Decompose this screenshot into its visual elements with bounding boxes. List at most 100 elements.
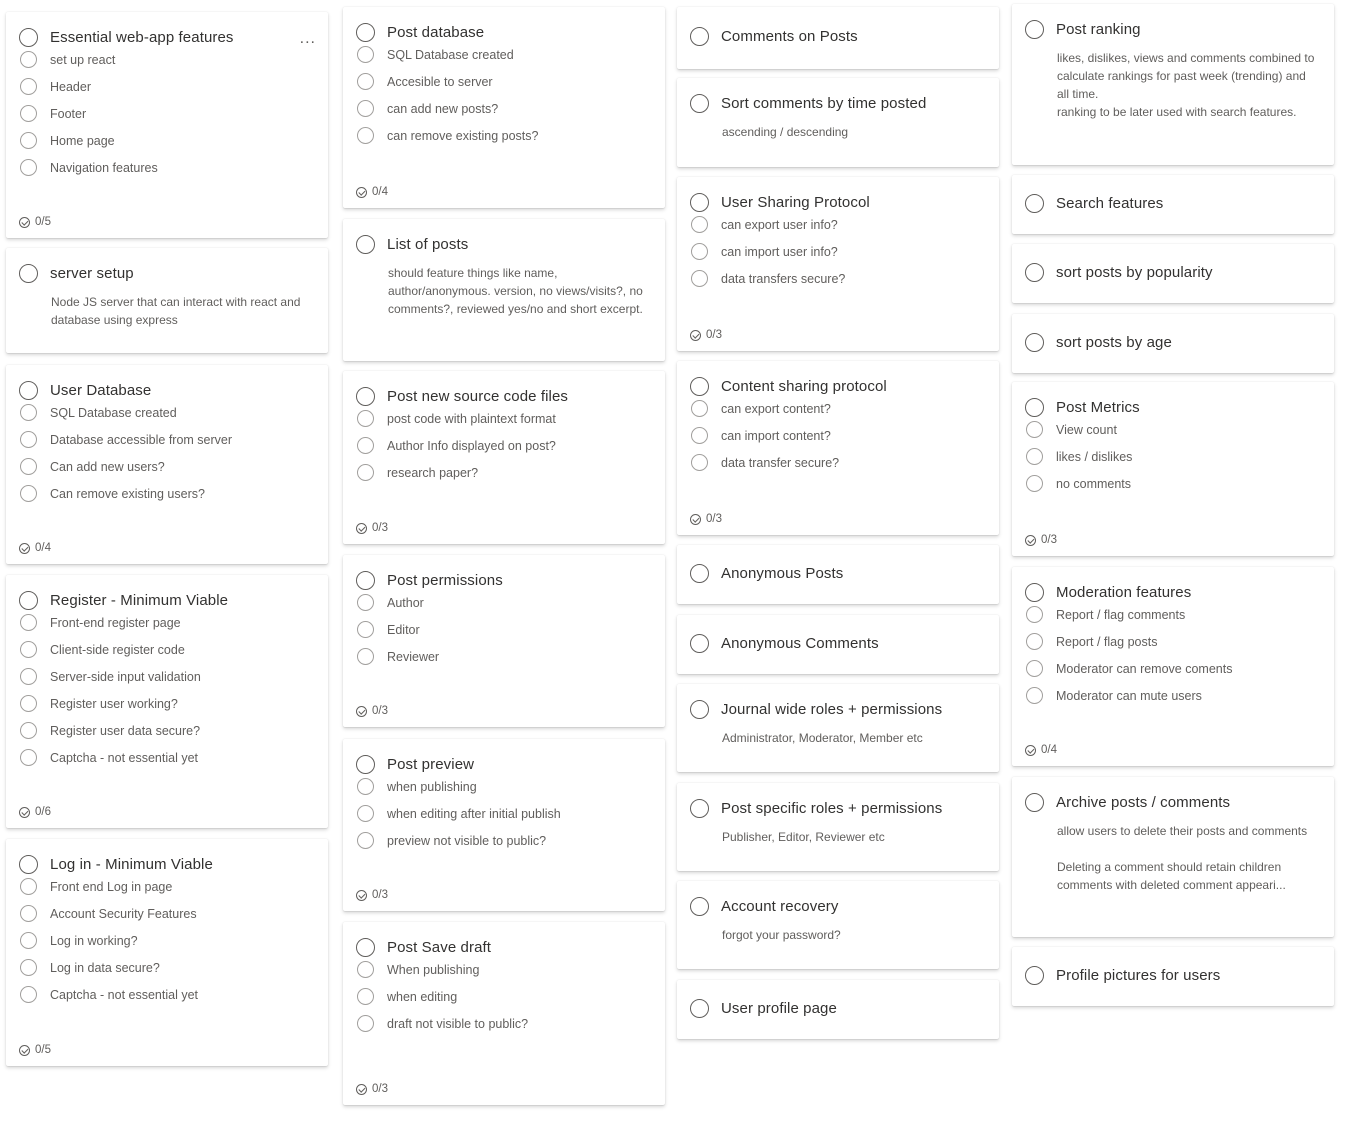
- checklist-circle-icon[interactable]: [1026, 448, 1043, 465]
- checklist-circle-icon[interactable]: [691, 427, 708, 444]
- complete-task-circle-icon[interactable]: [19, 381, 38, 400]
- checklist-item[interactable]: Accesible to server: [357, 73, 493, 90]
- checklist-item[interactable]: Report / flag comments: [1026, 606, 1185, 623]
- task-card[interactable]: Profile pictures for users: [1012, 947, 1334, 1006]
- checklist-circle-icon[interactable]: [20, 641, 37, 658]
- checklist-circle-icon[interactable]: [20, 458, 37, 475]
- checklist-item[interactable]: Front-end register page: [20, 614, 181, 631]
- task-title[interactable]: Post Metrics: [1056, 399, 1140, 416]
- checklist-item[interactable]: when editing after initial publish: [357, 805, 561, 822]
- checklist-item[interactable]: Moderator can mute users: [1026, 687, 1202, 704]
- task-title[interactable]: Account recovery: [721, 898, 838, 915]
- complete-task-circle-icon[interactable]: [19, 855, 38, 874]
- task-title[interactable]: Post specific roles + permissions: [721, 800, 942, 817]
- checklist-circle-icon[interactable]: [357, 778, 374, 795]
- complete-task-circle-icon[interactable]: [1025, 193, 1044, 213]
- checklist-circle-icon[interactable]: [1026, 475, 1043, 492]
- checklist-item[interactable]: Log in data secure?: [20, 959, 160, 976]
- task-card[interactable]: Essential web-app features... set up reac…: [6, 12, 328, 238]
- checklist-item[interactable]: Register user working?: [20, 695, 178, 712]
- task-title[interactable]: Anonymous Comments: [721, 635, 879, 652]
- checklist-item[interactable]: SQL Database created: [20, 404, 177, 421]
- complete-task-circle-icon[interactable]: [1025, 398, 1044, 417]
- complete-task-circle-icon[interactable]: [690, 193, 709, 212]
- task-card[interactable]: server setup Node JS server that can inte…: [6, 248, 328, 353]
- task-title[interactable]: Post preview: [387, 756, 474, 773]
- complete-task-circle-icon[interactable]: [356, 23, 375, 42]
- more-options-icon[interactable]: ...: [300, 30, 316, 48]
- task-title[interactable]: server setup: [50, 265, 134, 282]
- complete-task-circle-icon[interactable]: [1025, 583, 1044, 602]
- checklist-item[interactable]: Reviewer: [357, 648, 439, 665]
- checklist-circle-icon[interactable]: [357, 437, 374, 454]
- checklist-circle-icon[interactable]: [1026, 660, 1043, 677]
- checklist-item[interactable]: Moderator can remove coments: [1026, 660, 1232, 677]
- task-title[interactable]: sort posts by popularity: [1056, 264, 1213, 281]
- task-card[interactable]: Register - Minimum Viable Front-end regis…: [6, 575, 328, 828]
- checklist-circle-icon[interactable]: [357, 410, 374, 427]
- checklist-item[interactable]: Captcha - not essential yet: [20, 749, 198, 766]
- task-title[interactable]: Content sharing protocol: [721, 378, 887, 395]
- task-title[interactable]: Anonymous Posts: [721, 565, 843, 582]
- task-card[interactable]: Post Metrics View count likes / dislikes no…: [1012, 382, 1334, 556]
- task-title[interactable]: User profile page: [721, 1000, 837, 1017]
- complete-task-circle-icon[interactable]: [19, 28, 38, 47]
- complete-task-circle-icon[interactable]: [1025, 793, 1044, 812]
- complete-task-circle-icon[interactable]: [19, 591, 38, 610]
- task-title[interactable]: User Sharing Protocol: [721, 194, 870, 211]
- checklist-circle-icon[interactable]: [357, 832, 374, 849]
- checklist-item[interactable]: Register user data secure?: [20, 722, 200, 739]
- task-card[interactable]: sort posts by popularity: [1012, 244, 1334, 303]
- task-card[interactable]: sort posts by age: [1012, 314, 1334, 373]
- task-card[interactable]: Account recovery forgot your password?: [677, 881, 999, 969]
- task-title[interactable]: sort posts by age: [1056, 334, 1172, 351]
- complete-task-circle-icon[interactable]: [690, 27, 709, 46]
- task-card[interactable]: Anonymous Comments: [677, 615, 999, 674]
- checklist-circle-icon[interactable]: [20, 78, 37, 95]
- checklist-circle-icon[interactable]: [20, 722, 37, 739]
- task-card[interactable]: Log in - Minimum Viable Front end Log in …: [6, 839, 328, 1066]
- task-card[interactable]: Post specific roles + permissions Publish…: [677, 783, 999, 871]
- task-card[interactable]: Archive posts / comments allow users to d…: [1012, 777, 1334, 937]
- checklist-circle-icon[interactable]: [691, 454, 708, 471]
- task-card[interactable]: Post new source code files post code with…: [343, 371, 665, 544]
- checklist-item[interactable]: Navigation features: [20, 159, 158, 176]
- task-card[interactable]: Journal wide roles + permissions Administ…: [677, 684, 999, 772]
- complete-task-circle-icon[interactable]: [356, 938, 375, 957]
- checklist-circle-icon[interactable]: [357, 100, 374, 117]
- checklist-circle-icon[interactable]: [1026, 633, 1043, 650]
- complete-task-circle-icon[interactable]: [690, 633, 709, 653]
- checklist-item[interactable]: Header: [20, 78, 91, 95]
- task-title[interactable]: Post new source code files: [387, 388, 568, 405]
- complete-task-circle-icon[interactable]: [1025, 262, 1044, 282]
- task-title[interactable]: Post database: [387, 24, 484, 41]
- checklist-item[interactable]: Front end Log in page: [20, 878, 172, 895]
- task-title[interactable]: Post ranking: [1056, 21, 1141, 38]
- task-card[interactable]: Post preview when publishing when editing …: [343, 739, 665, 911]
- checklist-item[interactable]: no comments: [1026, 475, 1131, 492]
- checklist-item[interactable]: can import user info?: [691, 243, 838, 260]
- checklist-item[interactable]: View count: [1026, 421, 1117, 438]
- checklist-item[interactable]: can remove existing posts?: [357, 127, 538, 144]
- complete-task-circle-icon[interactable]: [690, 897, 709, 916]
- checklist-circle-icon[interactable]: [357, 648, 374, 665]
- complete-task-circle-icon[interactable]: [690, 799, 709, 818]
- checklist-item[interactable]: Can add new users?: [20, 458, 165, 475]
- checklist-circle-icon[interactable]: [357, 961, 374, 978]
- task-title[interactable]: Search features: [1056, 195, 1163, 212]
- checklist-circle-icon[interactable]: [691, 243, 708, 260]
- task-title[interactable]: Essential web-app features: [50, 29, 234, 46]
- task-card[interactable]: Post database SQL Database created Accesib…: [343, 7, 665, 208]
- complete-task-circle-icon[interactable]: [356, 755, 375, 774]
- checklist-item[interactable]: Database accessible from server: [20, 431, 232, 448]
- checklist-item[interactable]: likes / dislikes: [1026, 448, 1132, 465]
- checklist-item[interactable]: Author Info displayed on post?: [357, 437, 556, 454]
- checklist-item[interactable]: data transfers secure?: [691, 270, 845, 287]
- task-card[interactable]: Post ranking likes, dislikes, views and c…: [1012, 4, 1334, 165]
- task-title[interactable]: Register - Minimum Viable: [50, 592, 228, 609]
- task-title[interactable]: Post permissions: [387, 572, 503, 589]
- task-card[interactable]: User Database SQL Database created Databas…: [6, 365, 328, 564]
- checklist-item[interactable]: set up react: [20, 51, 115, 68]
- task-card[interactable]: User Sharing Protocol can export user inf…: [677, 177, 999, 351]
- task-card[interactable]: User profile page: [677, 980, 999, 1039]
